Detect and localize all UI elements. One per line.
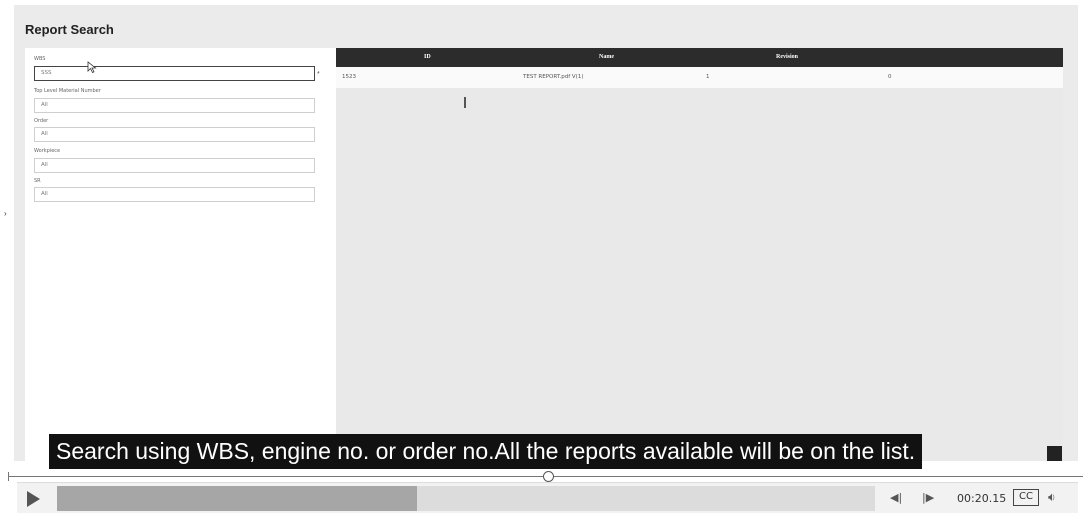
cc-button[interactable]: CC (1013, 489, 1039, 506)
app-screen: Report Search WBS SSS * Top Level Materi… (14, 5, 1078, 461)
column-header-name[interactable]: Name (599, 54, 614, 60)
wbs-input[interactable]: SSS (34, 66, 315, 81)
column-header-id[interactable]: ID (424, 54, 431, 60)
video-controls: ◀︎| |▶︎ 00:20.15 CC 🔉︎ (17, 482, 1078, 513)
wbs-label: WBS (34, 56, 46, 62)
top-level-material-number-label: Top Level Material Number (34, 88, 101, 94)
subtitle-caption: Search using WBS, engine no. or order no… (49, 434, 923, 469)
progress-fill (57, 486, 417, 511)
row-id-cell: 1523 (342, 74, 356, 80)
required-mark: * (317, 71, 320, 78)
row-extra-cell: 0 (888, 74, 892, 80)
table-row[interactable]: 1523 TEST REPORT.pdf V(1) 1 0 (336, 67, 1063, 88)
sr-label: SR (34, 178, 41, 184)
time-display: 00:20.15 (957, 492, 1007, 505)
volume-icon[interactable]: 🔉︎ (1048, 490, 1056, 505)
column-header-revision[interactable]: Revision (776, 54, 798, 60)
results-table: ID Name Revision 1523 TEST REPORT.pdf V(… (336, 48, 1063, 461)
results-header: ID Name Revision (336, 48, 1063, 67)
next-frame-icon[interactable]: |▶︎ (922, 491, 934, 504)
sr-input[interactable]: All (34, 187, 315, 202)
timeline-knob[interactable] (543, 471, 554, 482)
workpiece-label: Workpiece (34, 148, 61, 154)
row-name-cell[interactable]: TEST REPORT.pdf V(1) (523, 74, 583, 80)
workpiece-input[interactable]: All (34, 158, 315, 173)
edge-arrow-icon: › (4, 209, 7, 218)
order-label: Order (34, 118, 49, 124)
progress-bar[interactable] (57, 486, 875, 511)
top-level-material-number-input[interactable]: All (34, 98, 315, 113)
page-title: Report Search (25, 22, 114, 37)
text-cursor (464, 97, 466, 108)
previous-frame-icon[interactable]: ◀︎| (890, 491, 902, 504)
order-input[interactable]: All (34, 127, 315, 142)
row-revision-cell: 1 (706, 74, 710, 80)
play-icon[interactable] (27, 491, 40, 507)
subtitle-end-block (1047, 446, 1062, 461)
mouse-pointer-icon (87, 61, 97, 73)
filter-panel: WBS SSS * Top Level Material Number All … (25, 48, 337, 461)
